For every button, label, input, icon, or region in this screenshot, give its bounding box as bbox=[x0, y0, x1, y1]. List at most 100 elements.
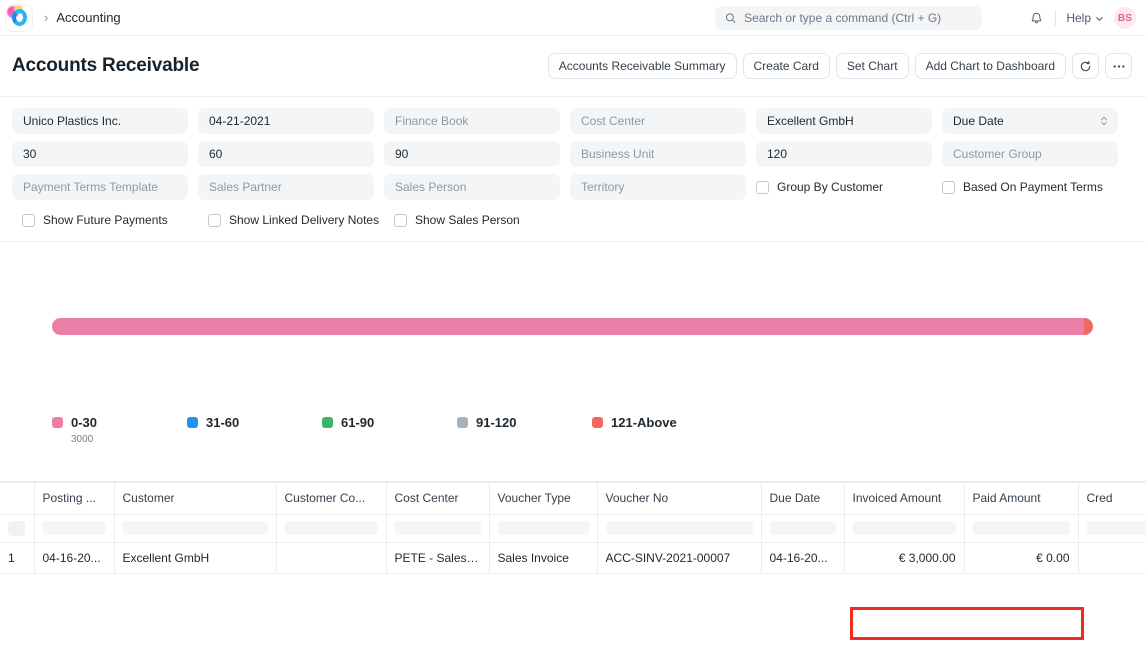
legend-item-0[interactable]: 0-30 3000 bbox=[52, 415, 187, 446]
col-header-invoiced-amount[interactable]: Invoiced Amount bbox=[844, 483, 964, 514]
refresh-button[interactable] bbox=[1072, 53, 1099, 79]
legend-label-1: 31-60 bbox=[206, 415, 239, 430]
filter-sales-person-placeholder: Sales Person bbox=[395, 180, 466, 194]
col-header-voucher-type[interactable]: Voucher Type bbox=[489, 483, 597, 514]
checkbox-show-future-payments-label: Show Future Payments bbox=[43, 213, 168, 227]
checkbox-show-linked-delivery-notes[interactable]: Show Linked Delivery Notes bbox=[208, 207, 394, 233]
filter-sales-partner[interactable]: Sales Partner bbox=[198, 174, 374, 200]
filter-input-customer-contact[interactable] bbox=[285, 521, 378, 535]
cell-voucher-no[interactable]: ACC-SINV-2021-00007 bbox=[597, 542, 761, 573]
legend-item-1[interactable]: 31-60 bbox=[187, 415, 322, 446]
filter-ageing-based-on[interactable]: Due Date bbox=[942, 108, 1118, 134]
checkbox-show-future-payments[interactable]: Show Future Payments bbox=[22, 207, 208, 233]
create-card-button[interactable]: Create Card bbox=[743, 53, 830, 79]
filter-posting-date[interactable]: 04-21-2021 bbox=[198, 108, 374, 134]
checkbox-group-by-customer[interactable]: Group By Customer bbox=[756, 174, 942, 200]
filter-input-due-date[interactable] bbox=[770, 521, 836, 535]
filter-payment-terms-template[interactable]: Payment Terms Template bbox=[12, 174, 188, 200]
filter-input-voucher-no[interactable] bbox=[606, 521, 753, 535]
filter-range-2[interactable]: 60 bbox=[198, 141, 374, 167]
filter-sales-partner-placeholder: Sales Partner bbox=[209, 180, 282, 194]
filter-input-cost-center[interactable] bbox=[395, 521, 481, 535]
filter-input-paid-amount[interactable] bbox=[973, 521, 1070, 535]
filter-customer-group[interactable]: Customer Group bbox=[942, 141, 1118, 167]
filter-cell-voucher-no[interactable] bbox=[597, 514, 761, 542]
filter-cell-customer[interactable] bbox=[114, 514, 276, 542]
col-header-credit-note[interactable]: Cred bbox=[1078, 483, 1146, 514]
legend-item-2[interactable]: 61-90 bbox=[322, 415, 457, 446]
more-menu-button[interactable] bbox=[1105, 53, 1132, 79]
filter-input-invoiced-amount[interactable] bbox=[853, 521, 956, 535]
filter-cost-center[interactable]: Cost Center bbox=[570, 108, 746, 134]
search-input[interactable] bbox=[744, 11, 972, 25]
legend-item-3[interactable]: 91-120 bbox=[457, 415, 592, 446]
filter-business-unit[interactable]: Business Unit bbox=[570, 141, 746, 167]
col-header-voucher-no[interactable]: Voucher No bbox=[597, 483, 761, 514]
filter-range-3[interactable]: 90 bbox=[384, 141, 560, 167]
checkbox-box-icon[interactable] bbox=[756, 181, 769, 194]
add-chart-to-dashboard-button[interactable]: Add Chart to Dashboard bbox=[915, 53, 1066, 79]
filter-cell-invoiced-amount[interactable] bbox=[844, 514, 964, 542]
checkbox-based-on-payment-terms[interactable]: Based On Payment Terms bbox=[942, 174, 1128, 200]
cell-due-date[interactable]: 04-16-20... bbox=[761, 542, 844, 573]
notifications-button[interactable] bbox=[1027, 9, 1045, 27]
cell-voucher-type[interactable]: Sales Invoice bbox=[489, 542, 597, 573]
set-chart-button[interactable]: Set Chart bbox=[836, 53, 909, 79]
filter-finance-book[interactable]: Finance Book bbox=[384, 108, 560, 134]
filter-cell-paid-amount[interactable] bbox=[964, 514, 1078, 542]
table-row[interactable]: 1 04-16-20... Excellent GmbH PETE - Sale… bbox=[0, 542, 1146, 573]
legend-label-3: 91-120 bbox=[476, 415, 516, 430]
breadcrumb[interactable]: Accounting bbox=[56, 10, 120, 25]
legend-item-4[interactable]: 121-Above bbox=[592, 415, 727, 446]
cell-invoiced-amount[interactable]: € 3,000.00 bbox=[844, 542, 964, 573]
col-header-customer-contact[interactable]: Customer Co... bbox=[276, 483, 386, 514]
legend-swatch-1 bbox=[187, 417, 198, 428]
filter-cell-posting-date[interactable] bbox=[34, 514, 114, 542]
avatar[interactable]: BS bbox=[1114, 7, 1136, 29]
checkbox-box-icon[interactable] bbox=[22, 214, 35, 227]
filter-cell-due-date[interactable] bbox=[761, 514, 844, 542]
filter-input-voucher-type[interactable] bbox=[498, 521, 589, 535]
filter-ageing-based-on-value: Due Date bbox=[953, 114, 1004, 128]
col-header-due-date[interactable]: Due Date bbox=[761, 483, 844, 514]
filter-company[interactable]: Unico Plastics Inc. bbox=[12, 108, 188, 134]
filter-cell-index[interactable] bbox=[0, 514, 34, 542]
search-box[interactable] bbox=[715, 6, 982, 30]
help-dropdown[interactable]: Help bbox=[1066, 11, 1104, 25]
col-header-customer[interactable]: Customer bbox=[114, 483, 276, 514]
chart-bar-121-above[interactable] bbox=[1084, 318, 1093, 335]
filter-territory[interactable]: Territory bbox=[570, 174, 746, 200]
filter-range-1[interactable]: 30 bbox=[12, 141, 188, 167]
checkbox-show-sales-person[interactable]: Show Sales Person bbox=[394, 207, 580, 233]
chart-bar-0-30[interactable] bbox=[52, 318, 1093, 335]
filter-cell-voucher-type[interactable] bbox=[489, 514, 597, 542]
filter-cell-credit-note[interactable] bbox=[1078, 514, 1146, 542]
col-header-paid-amount[interactable]: Paid Amount bbox=[964, 483, 1078, 514]
checkbox-box-icon[interactable] bbox=[208, 214, 221, 227]
cell-posting-date[interactable]: 04-16-20... bbox=[34, 542, 114, 573]
filter-input-customer[interactable] bbox=[123, 521, 268, 535]
filter-cell-customer-contact[interactable] bbox=[276, 514, 386, 542]
col-header-index[interactable] bbox=[0, 483, 34, 514]
col-header-cost-center[interactable]: Cost Center bbox=[386, 483, 489, 514]
checkbox-box-icon[interactable] bbox=[394, 214, 407, 227]
cell-customer-contact[interactable] bbox=[276, 542, 386, 573]
report-table[interactable]: Posting ... Customer Customer Co... Cost… bbox=[0, 482, 1146, 586]
accounts-receivable-summary-button[interactable]: Accounts Receivable Summary bbox=[548, 53, 737, 79]
cell-customer[interactable]: Excellent GmbH bbox=[114, 542, 276, 573]
col-header-posting-date[interactable]: Posting ... bbox=[34, 483, 114, 514]
legend-value-1 bbox=[206, 434, 322, 446]
legend-swatch-2 bbox=[322, 417, 333, 428]
cell-credit-note[interactable] bbox=[1078, 542, 1146, 573]
filter-input-credit-note[interactable] bbox=[1087, 521, 1146, 535]
filter-input-posting-date[interactable] bbox=[43, 521, 106, 535]
cell-paid-amount[interactable]: € 0.00 bbox=[964, 542, 1078, 573]
cell-cost-center[interactable]: PETE - Sales - ... bbox=[386, 542, 489, 573]
filter-input-index[interactable] bbox=[8, 521, 25, 536]
checkbox-box-icon[interactable] bbox=[942, 181, 955, 194]
filter-range-4[interactable]: 120 bbox=[756, 141, 932, 167]
filter-cell-cost-center[interactable] bbox=[386, 514, 489, 542]
filter-sales-person[interactable]: Sales Person bbox=[384, 174, 560, 200]
filter-customer[interactable]: Excellent GmbH bbox=[756, 108, 932, 134]
frappe-logo-icon[interactable] bbox=[6, 5, 32, 31]
